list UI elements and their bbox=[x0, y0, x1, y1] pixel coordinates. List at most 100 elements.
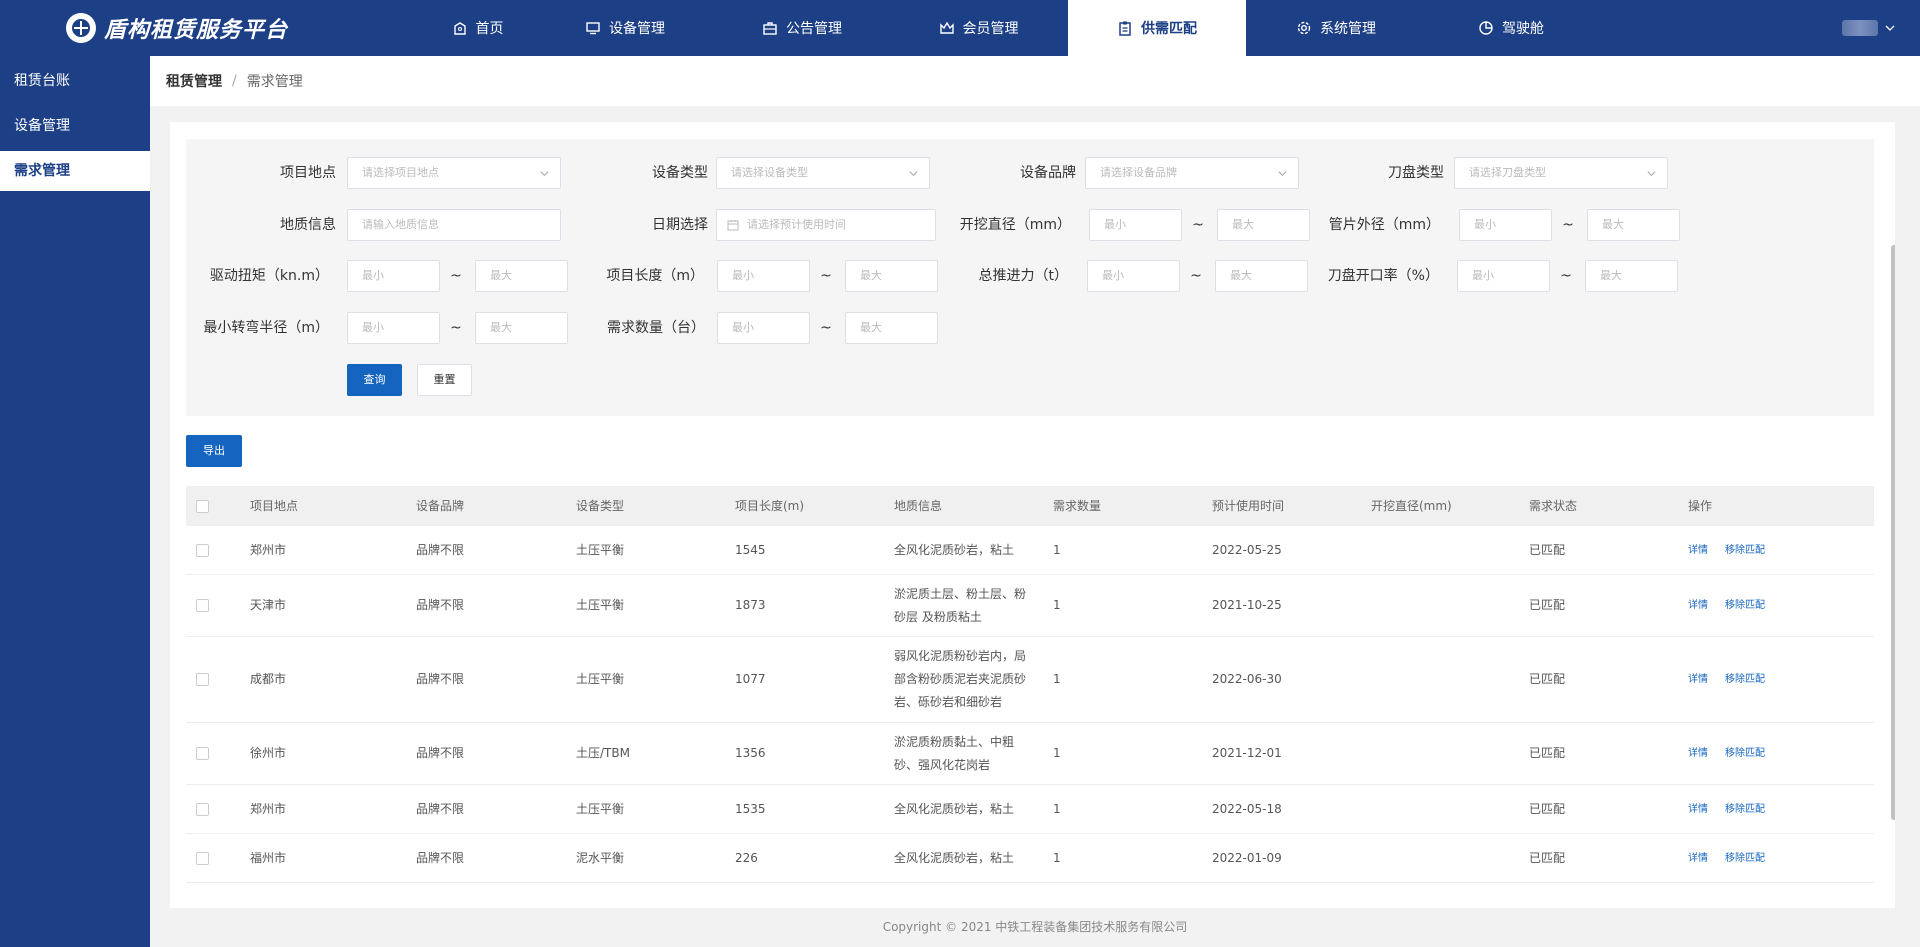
turn-radius-min-input[interactable]: 最小 bbox=[347, 312, 440, 344]
range-tilde: ~ bbox=[1192, 217, 1204, 233]
filter-label-cutter-type: 刀盘类型 bbox=[1388, 165, 1444, 181]
table-row[interactable]: 福州市 品牌不限 泥水平衡 226 全风化泥质砂岩，粘土 1 2022-01-09 已匹配 详情… bbox=[186, 834, 1874, 883]
table-row[interactable]: 郑州市 品牌不限 土压平衡 1535 全风化泥质砂岩，粘土 1 2022-05-18 已匹配 详… bbox=[186, 785, 1874, 834]
details-link[interactable]: 详情 bbox=[1688, 798, 1708, 821]
row-checkbox[interactable] bbox=[196, 785, 209, 833]
torque-min-input[interactable]: 最小 bbox=[347, 260, 440, 292]
filter-panel: 项目地点 请选择项目地点 设备类型 请选择设备类型 设备品牌 请选择设备品牌 刀… bbox=[186, 139, 1874, 416]
cell-date: 2021-10-25 bbox=[1212, 598, 1282, 612]
cell-type: 泥水平衡 bbox=[576, 850, 625, 865]
min-placeholder: 最小 bbox=[362, 321, 384, 334]
opening-rate-min-input[interactable]: 最小 bbox=[1457, 260, 1550, 292]
cell-brand: 品牌不限 bbox=[416, 746, 465, 760]
export-button[interactable]: 导出 bbox=[186, 435, 242, 467]
nav-item-1[interactable]: 设备管理 bbox=[535, 0, 715, 56]
sidebar-item-equipment[interactable]: 设备管理 bbox=[0, 106, 150, 146]
cell-date: 2021-12-01 bbox=[1212, 746, 1282, 760]
segment-od-max-input[interactable]: 最大 bbox=[1587, 209, 1680, 241]
table-row[interactable]: 郑州市 品牌不限 土压平衡 1545 全风化泥质砂岩，粘土 1 2022-05-25 已匹配 详… bbox=[186, 526, 1874, 575]
equip-brand-placeholder: 请选择设备品牌 bbox=[1100, 166, 1177, 179]
avatar bbox=[1842, 20, 1878, 36]
pie-chart-icon bbox=[1479, 21, 1493, 35]
remove-match-link[interactable]: 移除匹配 bbox=[1725, 847, 1765, 870]
app-logo[interactable]: 盾构租赁服务平台 bbox=[66, 11, 288, 45]
cell-type: 土压平衡 bbox=[576, 598, 625, 612]
location-placeholder: 请选择项目地点 bbox=[362, 166, 439, 179]
row-checkbox[interactable] bbox=[196, 526, 209, 574]
remove-match-link[interactable]: 移除匹配 bbox=[1725, 742, 1765, 765]
nav-item-0[interactable]: 首页 bbox=[420, 0, 535, 56]
geology-placeholder: 请输入地质信息 bbox=[362, 218, 439, 231]
breadcrumb-current: 需求管理 bbox=[246, 74, 303, 90]
nav-item-3[interactable]: 会员管理 bbox=[889, 0, 1068, 56]
header-col-bore-dia: 开挖直径(mm) bbox=[1371, 498, 1452, 513]
user-menu[interactable] bbox=[1842, 20, 1896, 36]
min-placeholder: 最小 bbox=[732, 321, 754, 334]
nav-item-4[interactable]: 供需匹配 bbox=[1068, 0, 1246, 56]
filter-label-geology: 地质信息 bbox=[280, 217, 336, 233]
cutter-type-placeholder: 请选择刀盘类型 bbox=[1469, 166, 1546, 179]
row-checkbox[interactable] bbox=[196, 637, 209, 722]
table-row[interactable]: 成都市 品牌不限 土压平衡 1077 弱风化泥质粉砂岩内，局 部含粉砂质泥岩夹泥质砂 岩、砾… bbox=[186, 637, 1874, 723]
row-checkbox[interactable] bbox=[196, 834, 209, 882]
breadcrumb-root[interactable]: 租赁管理 bbox=[166, 71, 222, 91]
cell-location: 天津市 bbox=[250, 598, 287, 612]
query-button[interactable]: 查询 bbox=[347, 364, 402, 396]
cell-actions: 详情 移除匹配 bbox=[1688, 575, 1782, 636]
thrust-min-input[interactable]: 最小 bbox=[1087, 260, 1180, 292]
chevron-down-icon bbox=[1885, 25, 1895, 31]
cell-location: 郑州市 bbox=[250, 542, 287, 557]
min-placeholder: 最小 bbox=[1474, 218, 1496, 231]
crown-icon bbox=[939, 21, 954, 34]
details-link[interactable]: 详情 bbox=[1688, 594, 1708, 617]
cell-type: 土压平衡 bbox=[576, 672, 625, 686]
row-checkbox[interactable] bbox=[196, 723, 209, 784]
range-tilde: ~ bbox=[450, 268, 462, 284]
remove-match-link[interactable]: 移除匹配 bbox=[1725, 798, 1765, 821]
bore-dia-min-input[interactable]: 最小 bbox=[1089, 209, 1182, 241]
cell-status: 已匹配 bbox=[1529, 542, 1566, 557]
table-row[interactable]: 徐州市 品牌不限 土压/TBM 1356 淤泥质粉质黏土、中粗 砂、强风化花岗岩 1 2021… bbox=[186, 723, 1874, 785]
row-checkbox[interactable] bbox=[196, 575, 209, 636]
details-link[interactable]: 详情 bbox=[1688, 668, 1708, 691]
sidebar-item-rental-ledger[interactable]: 租赁台账 bbox=[0, 61, 150, 101]
opening-rate-max-input[interactable]: 最大 bbox=[1585, 260, 1678, 292]
details-link[interactable]: 详情 bbox=[1688, 539, 1708, 562]
max-placeholder: 最大 bbox=[860, 269, 882, 282]
cell-date: 2022-01-09 bbox=[1212, 850, 1282, 865]
cell-date: 2022-05-18 bbox=[1212, 801, 1282, 816]
nav-item-6[interactable]: 驾驶舱 bbox=[1426, 0, 1596, 56]
cell-geology: 全风化泥质砂岩，粘土 bbox=[894, 785, 1014, 833]
cell-location: 徐州市 bbox=[250, 746, 287, 760]
header-col-actions: 操作 bbox=[1688, 498, 1713, 513]
segment-od-min-input[interactable]: 最小 bbox=[1459, 209, 1552, 241]
remove-match-link[interactable]: 移除匹配 bbox=[1725, 539, 1765, 562]
select-all-checkbox[interactable] bbox=[196, 486, 209, 526]
remove-match-link[interactable]: 移除匹配 bbox=[1725, 668, 1765, 691]
filter-label-bore-dia: 开挖直径（mm） bbox=[959, 217, 1071, 233]
footer-copyright: Copyright © 2021 中铁工程装备集团技术服务有限公司 bbox=[882, 920, 1188, 934]
nav-item-label: 驾驶舱 bbox=[1502, 21, 1544, 37]
scrollbar[interactable] bbox=[1891, 245, 1895, 820]
cell-status: 已匹配 bbox=[1529, 850, 1566, 865]
quantity-max-input[interactable]: 最大 bbox=[845, 312, 938, 344]
table-row[interactable]: 天津市 品牌不限 土压平衡 1873 淤泥质土层、粉土层、粉 砂层 及粉质粘土 1 2021-… bbox=[186, 575, 1874, 637]
length-min-input[interactable]: 最小 bbox=[717, 260, 810, 292]
reset-button[interactable]: 重置 bbox=[417, 364, 472, 396]
cell-geology: 弱风化泥质粉砂岩内，局 部含粉砂质泥岩夹泥质砂 岩、砾砂岩和细砂岩 bbox=[894, 637, 1026, 722]
nav-item-5[interactable]: 系统管理 bbox=[1246, 0, 1426, 56]
cell-actions: 详情 移除匹配 bbox=[1688, 526, 1782, 574]
sidebar-item-demand[interactable]: 需求管理 bbox=[0, 151, 150, 191]
header-col-type: 设备类型 bbox=[576, 498, 625, 513]
cutter-type-select[interactable]: 请选择刀盘类型 bbox=[1454, 157, 1668, 189]
header-col-brand: 设备品牌 bbox=[416, 498, 465, 513]
quantity-min-input[interactable]: 最小 bbox=[717, 312, 810, 344]
nav-item-label: 会员管理 bbox=[962, 21, 1019, 37]
nav-item-2[interactable]: 公告管理 bbox=[715, 0, 889, 56]
remove-match-link[interactable]: 移除匹配 bbox=[1725, 594, 1765, 617]
nav-item-label: 设备管理 bbox=[609, 21, 665, 37]
details-link[interactable]: 详情 bbox=[1688, 742, 1708, 765]
details-link[interactable]: 详情 bbox=[1688, 847, 1708, 870]
header-col-status: 需求状态 bbox=[1529, 498, 1578, 513]
geology-line: 全风化泥质砂岩，粘土 bbox=[894, 850, 1015, 865]
